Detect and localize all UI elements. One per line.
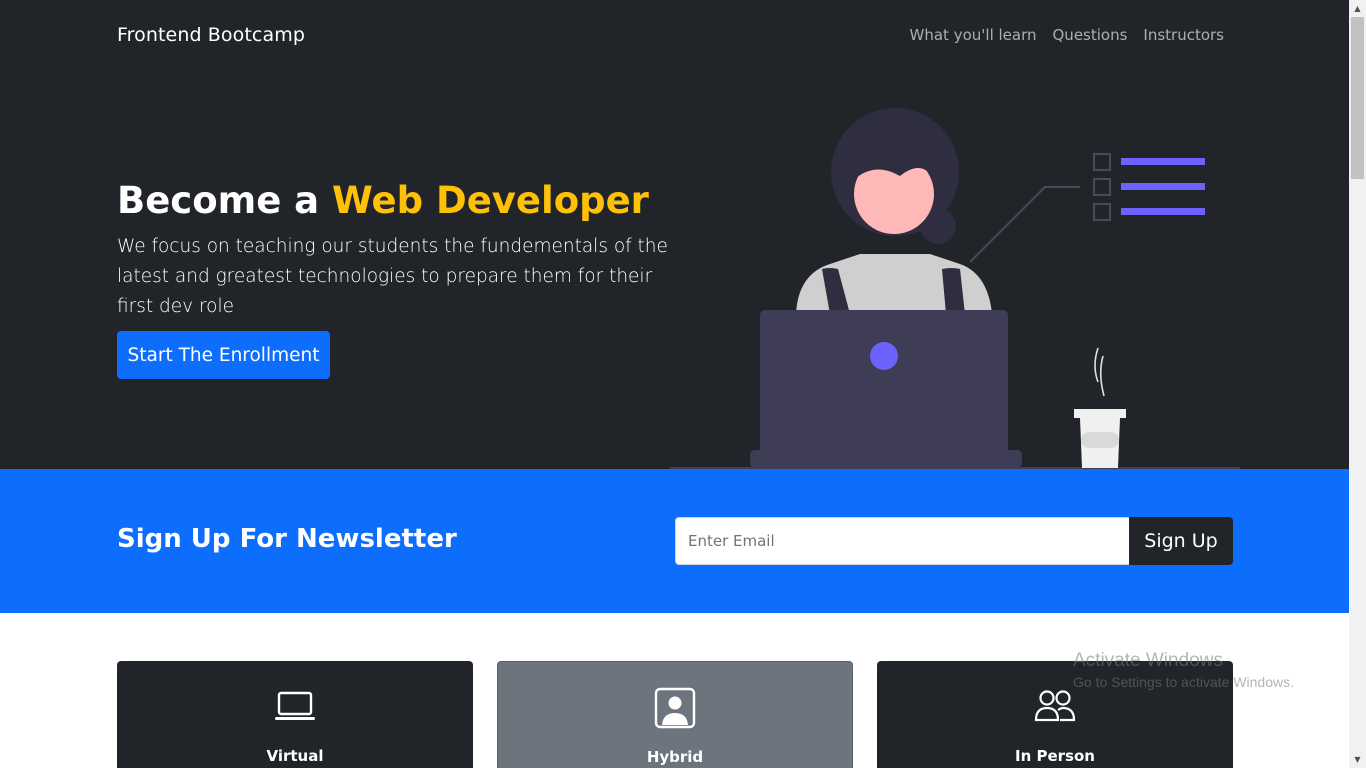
box-in-person: In Person xyxy=(877,661,1233,768)
box-title-hybrid: Hybrid xyxy=(646,748,704,766)
box-hybrid: Hybrid xyxy=(497,661,853,768)
people-icon xyxy=(1034,690,1076,722)
box-title-virtual: Virtual xyxy=(266,747,324,765)
email-input[interactable] xyxy=(675,517,1130,565)
newsletter-title: Sign Up For Newsletter xyxy=(117,524,457,554)
nav-links: What you'll learn Questions Instructors xyxy=(910,26,1224,44)
scroll-thumb[interactable] xyxy=(1351,17,1364,179)
box-title-in-person: In Person xyxy=(1015,747,1095,765)
checklist-graphic xyxy=(969,153,1205,263)
hero-lead: We focus on teaching our students the fu… xyxy=(117,236,668,317)
hero-title-accent: Web Developer xyxy=(332,179,649,222)
scroll-down-arrow-icon[interactable]: ▼ xyxy=(1349,751,1366,768)
hero-section: Become a Web Developer We focus on teach… xyxy=(0,74,1349,469)
hero-title-prefix: Become a xyxy=(117,179,333,222)
person-square-icon xyxy=(654,687,696,729)
navbar-brand[interactable]: Frontend Bootcamp xyxy=(117,24,305,46)
laptop-icon xyxy=(275,691,315,720)
page: Frontend Bootcamp What you'll learn Ques… xyxy=(0,0,1349,768)
box-virtual: Virtual xyxy=(117,661,473,768)
scroll-up-arrow-icon[interactable]: ▲ xyxy=(1349,0,1366,17)
hero-title: Become a Web Developer xyxy=(117,179,649,222)
start-enrollment-button[interactable]: Start The Enrollment xyxy=(117,331,330,379)
newsletter-section: Sign Up For Newsletter Sign Up xyxy=(0,469,1349,613)
nav-link-questions[interactable]: Questions xyxy=(1053,26,1128,44)
navbar: Frontend Bootcamp What you'll learn Ques… xyxy=(0,0,1349,74)
nav-link-instructors[interactable]: Instructors xyxy=(1143,26,1224,44)
developer-illustration xyxy=(670,108,1240,469)
sign-up-button[interactable]: Sign Up xyxy=(1129,517,1233,565)
nav-link-what-youll-learn[interactable]: What you'll learn xyxy=(910,26,1037,44)
page-scrollbar[interactable]: ▲ ▼ xyxy=(1349,0,1366,768)
